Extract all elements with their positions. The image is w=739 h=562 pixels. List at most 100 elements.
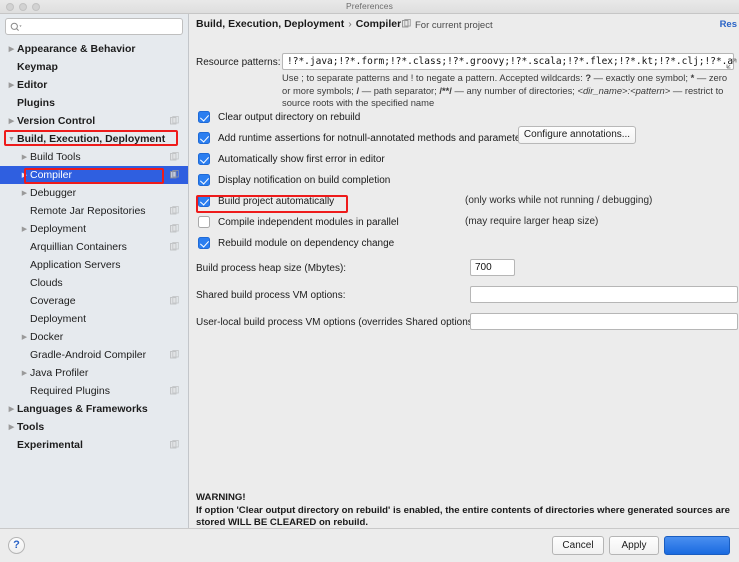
resource-patterns-input[interactable]: !?*.java;!?*.form;!?*.class;!?*.groovy;!… [282,53,734,70]
chevron-down-icon[interactable]: ▼ [6,136,17,143]
chevron-right-icon[interactable]: ▶ [19,370,30,377]
configure-annotations-button[interactable]: Configure annotations... [518,126,636,144]
checkbox-label: Compile independent modules in parallel [218,217,399,228]
settings-sidebar: ▶Appearance & BehaviorKeymap▶EditorPlugi… [0,14,189,528]
sidebar-item-label: Remote Jar Repositories [30,205,170,217]
project-scope-icon [170,224,182,234]
sidebar-item-arquillian-containers[interactable]: Arquillian Containers [0,238,188,256]
hint-text-4: or more symbols; [282,85,357,96]
chevron-right-icon[interactable]: ▶ [6,118,17,125]
project-scope-icon [170,440,182,450]
sidebar-item-application-servers[interactable]: Application Servers [0,256,188,274]
breadcrumb-leaf: Compiler [356,18,402,30]
chevron-right-icon[interactable]: ▶ [19,172,30,179]
user-local-vm-options-input[interactable] [470,313,738,330]
sidebar-item-appearance-behavior[interactable]: ▶Appearance & Behavior [0,40,188,58]
sidebar-item-required-plugins[interactable]: Required Plugins [0,382,188,400]
checkbox-row-build-project-automatically[interactable]: Build project automatically [198,194,334,208]
project-scope-icon [402,19,411,31]
sidebar-item-tools[interactable]: ▶Tools [0,418,188,436]
option-note-compile-independent-modules-in-parallel: (may require larger heap size) [465,216,598,227]
hint-text-7: — restrict to [670,85,723,96]
reset-link[interactable]: Res [720,19,737,30]
sidebar-item-debugger[interactable]: ▶Debugger [0,184,188,202]
apply-button[interactable]: Apply [609,536,659,555]
sidebar-item-clouds[interactable]: Clouds [0,274,188,292]
checkbox-row-add-runtime-assertions-for-notnull-annotated-methods-and-parameters[interactable]: Add runtime assertions for notnull-annot… [198,131,529,145]
sidebar-item-coverage[interactable]: Coverage [0,292,188,310]
sidebar-item-build-execution-deployment[interactable]: ▼Build, Execution, Deployment [0,130,188,148]
sidebar-item-experimental[interactable]: Experimental [0,436,188,454]
chevron-right-icon[interactable]: ▶ [6,82,17,89]
chevron-right-icon[interactable]: ▶ [6,424,17,431]
shared-vm-options-input[interactable] [470,286,738,303]
heap-size-label: Build process heap size (Mbytes): [196,263,346,274]
ok-button[interactable] [664,536,730,555]
checkbox-rebuild-module-on-dependency-change[interactable] [198,237,210,249]
chevron-right-icon[interactable]: ▶ [19,154,30,161]
chevron-right-icon[interactable]: ▶ [19,190,30,197]
user-local-vm-options-label: User-local build process VM options (ove… [196,317,479,328]
checkbox-display-notification-on-build-completion[interactable] [198,174,210,186]
sidebar-item-compiler[interactable]: ▶Compiler [0,166,188,184]
sidebar-item-gradle-android-compiler[interactable]: Gradle-Android Compiler [0,346,188,364]
project-scope-icon [170,386,182,396]
sidebar-item-build-tools[interactable]: ▶Build Tools [0,148,188,166]
sidebar-item-editor[interactable]: ▶Editor [0,76,188,94]
sidebar-item-plugins[interactable]: Plugins [0,94,188,112]
checkbox-clear-output-directory-on-rebuild[interactable] [198,111,210,123]
expand-icon[interactable] [726,56,737,67]
sidebar-item-label: Docker [30,331,188,343]
warning-body: If option 'Clear output directory on reb… [196,505,731,530]
checkbox-row-rebuild-module-on-dependency-change[interactable]: Rebuild module on dependency change [198,236,394,250]
checkbox-row-compile-independent-modules-in-parallel[interactable]: Compile independent modules in parallel [198,215,399,229]
warning-title: WARNING! [196,492,731,505]
project-scope-icon [170,296,182,306]
checkbox-automatically-show-first-error-in-editor[interactable] [198,153,210,165]
breadcrumb-root[interactable]: Build, Execution, Deployment [196,18,344,30]
chevron-right-icon[interactable]: ▶ [6,406,17,413]
search-input[interactable] [26,19,178,34]
sidebar-item-label: Coverage [30,295,170,307]
compiler-settings-panel: Build, Execution, Deployment›Compiler Fo… [190,14,739,528]
sidebar-item-label: Compiler [30,169,170,181]
sidebar-item-label: Build, Execution, Deployment [17,133,188,145]
search-box[interactable] [5,18,183,35]
warning-block: WARNING! If option 'Clear output directo… [196,492,731,530]
checkbox-label: Add runtime assertions for notnull-annot… [218,133,529,144]
chevron-right-icon[interactable]: ▶ [6,46,17,53]
sidebar-item-deployment[interactable]: ▶Deployment [0,220,188,238]
checkbox-row-automatically-show-first-error-in-editor[interactable]: Automatically show first error in editor [198,152,385,166]
checkbox-row-clear-output-directory-on-rebuild[interactable]: Clear output directory on rebuild [198,110,360,124]
hint-text-1: Use ; to separate patterns and ! to nega… [282,72,585,83]
option-note-build-project-automatically: (only works while not running / debuggin… [465,195,652,206]
sidebar-item-label: Version Control [17,115,170,127]
for-current-project-text: For current project [415,20,493,31]
sidebar-item-remote-jar-repositories[interactable]: Remote Jar Repositories [0,202,188,220]
sidebar-item-docker[interactable]: ▶Docker [0,328,188,346]
sidebar-item-java-profiler[interactable]: ▶Java Profiler [0,364,188,382]
sidebar-item-version-control[interactable]: ▶Version Control [0,112,188,130]
chevron-right-icon[interactable]: ▶ [19,226,30,233]
preferences-window: Preferences ▶Appearance & BehaviorKeymap… [0,0,739,562]
window-titlebar: Preferences [0,0,739,14]
heap-size-input[interactable]: 700 [470,259,515,276]
breadcrumb-separator: › [344,18,356,30]
sidebar-item-languages-frameworks[interactable]: ▶Languages & Frameworks [0,400,188,418]
sidebar-item-label: Debugger [30,187,188,199]
sidebar-item-keymap[interactable]: Keymap [0,58,188,76]
checkbox-compile-independent-modules-in-parallel[interactable] [198,216,210,228]
sidebar-item-deployment[interactable]: Deployment [0,310,188,328]
checkbox-build-project-automatically[interactable] [198,195,210,207]
chevron-right-icon[interactable]: ▶ [19,334,30,341]
sidebar-item-label: Build Tools [30,151,170,163]
project-scope-icon [170,206,182,216]
project-scope-icon [170,152,182,162]
checkbox-row-display-notification-on-build-completion[interactable]: Display notification on build completion [198,173,390,187]
project-scope-icon [170,170,182,180]
cancel-button[interactable]: Cancel [552,536,604,555]
sidebar-item-label: Deployment [30,313,188,325]
sidebar-item-label: Experimental [17,439,170,451]
help-button[interactable]: ? [8,537,25,554]
checkbox-add-runtime-assertions-for-notnull-annotated-methods-and-parameters[interactable] [198,132,210,144]
